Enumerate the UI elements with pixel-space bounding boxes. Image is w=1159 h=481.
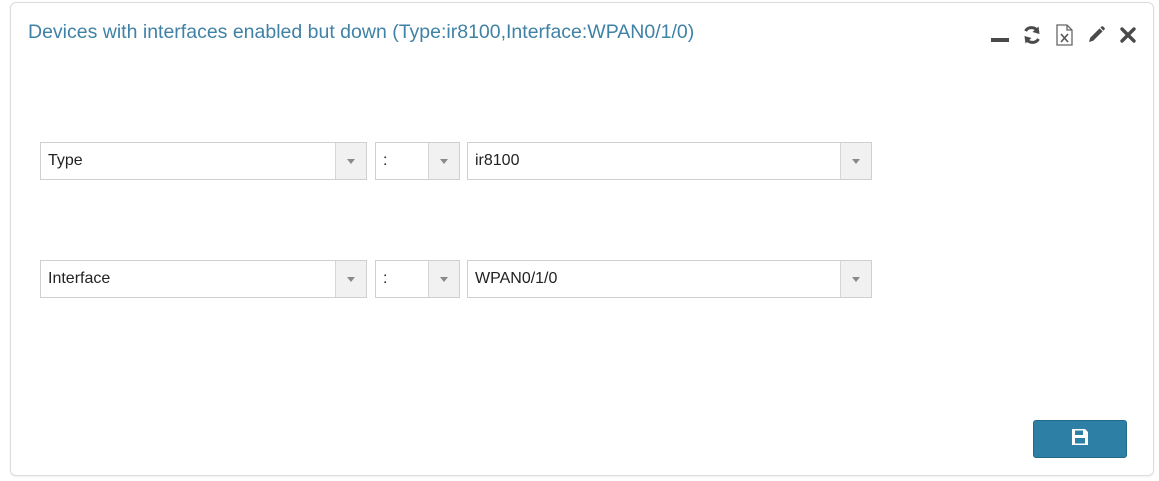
filter-operator-select[interactable]: : [375,142,460,180]
filter-field-value: Interface [48,270,111,287]
dropdown-arrow-icon[interactable] [840,261,871,297]
filter-value-select-interface[interactable]: WPAN0/1/0 [467,260,872,298]
dropdown-arrow-icon[interactable] [335,261,366,297]
filter-operator-value: : [383,152,388,169]
save-button[interactable] [1033,420,1127,458]
widget-title: Devices with interfaces enabled but down… [28,21,695,43]
filter-operator-select[interactable]: : [375,260,460,298]
minimize-icon[interactable] [989,24,1011,46]
excel-export-icon[interactable] [1053,24,1075,46]
refresh-icon[interactable] [1021,24,1043,46]
dropdown-arrow-icon[interactable] [335,143,366,179]
floppy-disk-icon [1070,427,1090,452]
close-icon[interactable] [1117,24,1139,46]
filter-value-text: WPAN0/1/0 [475,270,558,287]
widget-toolbar [989,23,1139,47]
filter-value-select-type[interactable]: ir8100 [467,142,872,180]
dropdown-arrow-icon[interactable] [428,143,459,179]
filter-field-select-interface[interactable]: Interface [40,260,367,298]
filter-field-value: Type [48,152,83,169]
filter-value-text: ir8100 [475,152,520,169]
dropdown-arrow-icon[interactable] [840,143,871,179]
filter-field-select-type[interactable]: Type [40,142,367,180]
widget-panel: Devices with interfaces enabled but down… [10,2,1154,476]
dropdown-arrow-icon[interactable] [428,261,459,297]
filter-operator-value: : [383,270,388,287]
edit-icon[interactable] [1085,24,1107,46]
